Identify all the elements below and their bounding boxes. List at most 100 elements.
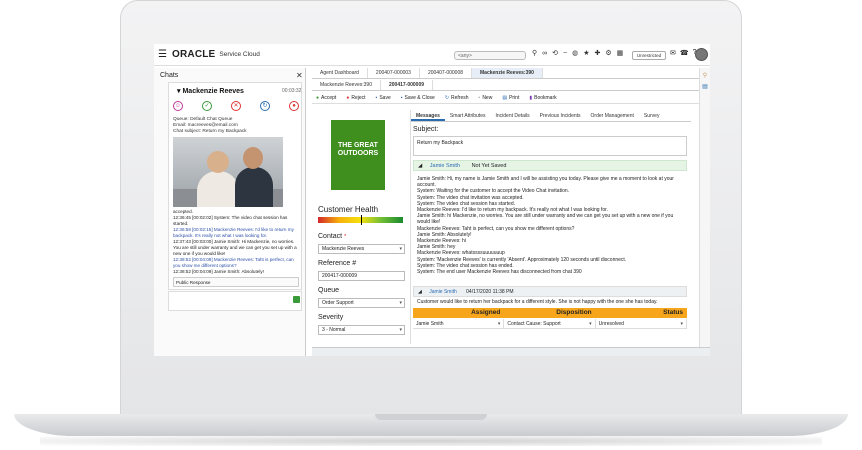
chevron-down-icon: ▾ [497, 321, 501, 327]
tab-messages[interactable]: Messages [411, 110, 445, 121]
record-icon[interactable]: ● [289, 101, 299, 111]
chat-timer: 00:03:32 [282, 88, 302, 94]
tab-incident[interactable]: 200417-000009 [381, 80, 434, 90]
menu-icon[interactable]: ☰ [158, 49, 168, 60]
search-input[interactable]: <any> [454, 51, 526, 60]
print-button[interactable]: ▤ Print [502, 95, 519, 101]
tab-chat[interactable]: Mackenzie Reeves:390 [472, 68, 543, 78]
message-author: Jamie Smith [429, 163, 461, 169]
new-button[interactable]: ▫ New [479, 95, 493, 101]
collapse-icon[interactable]: ◢ [418, 163, 422, 169]
toolbar: ● Accept ● Reject ▪ Save ▪ Save & Close ↻ Ref… [312, 93, 710, 104]
tab-previous-incidents[interactable]: Previous Incidents [535, 110, 586, 121]
chevron-down-icon: ▾ [399, 327, 402, 333]
workspace-tabs: Agent Dashboard 200407-000003 200407-000… [312, 68, 710, 79]
transfer-icon[interactable]: ↻ [260, 101, 270, 111]
close-icon[interactable]: ✕ [296, 71, 303, 80]
video-person-head [207, 151, 229, 173]
assigned-value: Jamie Smith [416, 321, 444, 327]
severity-value: 3 - Normal [322, 327, 346, 333]
accept-icon: ● [316, 95, 320, 101]
tab-incident-1[interactable]: 200407-000003 [368, 68, 420, 78]
search-icon[interactable]: ⚲ [700, 72, 710, 79]
detail-tabs: Messages Smart Attributes Incident Detai… [411, 110, 691, 122]
transcript-line: 12:38:52 [00:04:09] Mackenzie Reeves: Ta… [173, 257, 294, 268]
collapse-icon[interactable]: ◢ [418, 289, 422, 295]
chats-title: Chats [160, 72, 179, 79]
right-sidebar: ⚲ ▤ [699, 68, 710, 348]
tab-survey[interactable]: Survey [639, 110, 665, 121]
accept-button[interactable]: ● Accept [316, 95, 336, 101]
save-button[interactable]: ▪ Save [376, 95, 391, 101]
send-icon[interactable] [293, 296, 300, 303]
laptop-shadow [40, 436, 822, 446]
bookmark-icon: ▮ [529, 95, 533, 101]
assigned-header: Assigned [471, 309, 501, 316]
globe-icon[interactable]: ◍ [572, 49, 578, 57]
phone-icon[interactable]: ☎ [680, 49, 689, 57]
video-person-head [243, 147, 263, 169]
search-icon[interactable]: ⚲ [532, 49, 537, 57]
header-icons-right: ✉ ☎ ? [670, 49, 697, 57]
response-type-select[interactable]: Public Response [173, 277, 299, 287]
doc-icon[interactable]: ▤ [700, 83, 710, 90]
tab-contact[interactable]: Mackenzie Reeves:390 [312, 80, 381, 90]
save-close-button[interactable]: ▪ Save & Close [401, 95, 435, 101]
message-line: Jamie Smith: Hi, my name is Jamie Smith … [417, 176, 674, 189]
top-bar: ☰ ORACLE Service Cloud <any> ⚲ ∞ ⟲ − ◍ ★… [154, 44, 710, 66]
severity-select[interactable]: 3 - Normal ▾ [318, 325, 405, 335]
chat-input[interactable] [168, 291, 302, 311]
subject-input[interactable]: Return my Backpack [413, 136, 687, 156]
tab-order-management[interactable]: Order Management [586, 110, 639, 121]
transcript-line: 12:36:45 [00:02:02] System: The video ch… [173, 215, 288, 226]
chat-customer-name[interactable]: ▾ Mackenzie Reeves [177, 87, 244, 95]
minus-icon[interactable]: − [563, 50, 567, 57]
message-status: Not Yet Saved [471, 163, 507, 169]
company-logo: THE GREAT OUTDOORS [331, 120, 385, 190]
app-screen: ☰ ORACLE Service Cloud <any> ⚲ ∞ ⟲ − ◍ ★… [154, 44, 710, 356]
accept-chat-icon[interactable]: ✓ [202, 101, 212, 111]
reference-field[interactable]: 200417-000009 [318, 271, 405, 281]
disposition-select[interactable]: Contact Cause: Support ▾ [504, 319, 596, 328]
transcript-line: 12:38:52 [00:04:09] Jamie Smith: Absolut… [173, 269, 264, 274]
subject-line: Chat subject: Return my Backpack [173, 129, 247, 134]
avatar[interactable] [695, 48, 708, 61]
queue-select[interactable]: Order Support ▾ [318, 298, 405, 308]
refresh-button[interactable]: ↻ Refresh [445, 95, 469, 101]
tab-smart-attributes[interactable]: Smart Attributes [445, 110, 491, 121]
reject-button[interactable]: ● Reject [346, 95, 365, 101]
end-chat-icon[interactable]: ✕ [231, 101, 241, 111]
tab-agent-dashboard[interactable]: Agent Dashboard [312, 68, 368, 78]
sub-tabs: Mackenzie Reeves:390 200417-000009 [312, 80, 710, 91]
chat-pane: Chats ✕ ▾ Mackenzie Reeves 00:03:32 ☺ ✓ … [154, 68, 306, 356]
unrestricted-dropdown[interactable]: Unrestricted [632, 51, 666, 60]
tab-incident-details[interactable]: Incident Details [490, 110, 534, 121]
message-line: System: The end user Mackenzie Reeves ha… [417, 269, 582, 276]
note-body: Customer would like to return her backpa… [417, 299, 658, 305]
bookmark-label: Bookmark [534, 95, 557, 101]
assigned-select[interactable]: Jamie Smith ▾ [413, 319, 505, 328]
bookmark-button[interactable]: ▮ Bookmark [529, 95, 556, 101]
calendar-icon[interactable]: ▦ [617, 49, 624, 57]
gear-icon[interactable]: ⚙ [605, 49, 611, 57]
queue-info: Queue: Default Chat Queue Email: macreev… [173, 117, 299, 135]
chat-card: ▾ Mackenzie Reeves 00:03:32 ☺ ✓ ✕ ↻ ● Qu… [168, 82, 302, 290]
laptop-notch [375, 414, 487, 420]
contact-field[interactable]: Mackenzie Reeves ▾ [318, 244, 405, 254]
emoji-icon[interactable]: ☺ [173, 101, 183, 111]
plus-icon[interactable]: ✚ [595, 49, 601, 57]
contact-value: Mackenzie Reeves [322, 246, 365, 252]
customer-health-marker [360, 215, 362, 225]
status-select[interactable]: Unresolved ▾ [596, 319, 687, 328]
message-body: Jamie Smith: Hi, my name is Jamie Smith … [413, 174, 687, 282]
video-feed[interactable] [173, 137, 283, 207]
star-icon[interactable]: ★ [583, 49, 589, 57]
transcript-line: 12:36:58 [00:02:15] Mackenzie Reeves: I'… [173, 227, 294, 238]
chat-icon[interactable]: ✉ [670, 49, 676, 57]
search-placeholder: <any> [458, 53, 472, 59]
queue-label: Queue [318, 287, 340, 294]
infinity-icon[interactable]: ∞ [542, 50, 547, 57]
tab-incident-2[interactable]: 200407-000008 [420, 68, 473, 78]
history-icon[interactable]: ⟲ [552, 49, 558, 57]
required-icon: * [344, 234, 347, 240]
